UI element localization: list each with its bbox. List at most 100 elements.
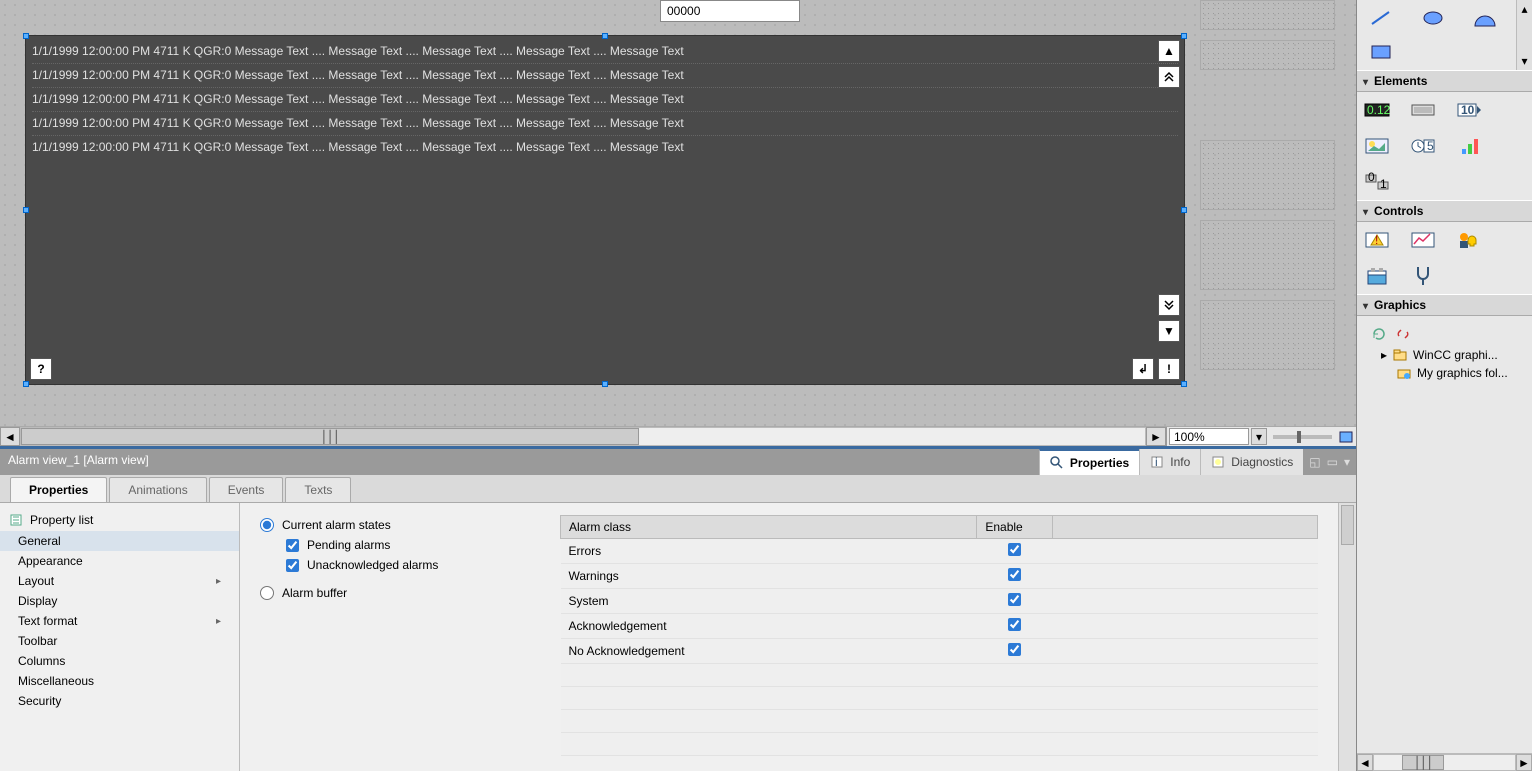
zoom-slider[interactable]	[1273, 435, 1332, 439]
property-list-item[interactable]: Text format▸	[0, 611, 239, 631]
checkbox-pending-alarms[interactable]: Pending alarms	[260, 535, 520, 555]
scroll-right-button[interactable]: ►	[1146, 427, 1166, 446]
scroll-page-down-button[interactable]	[1158, 294, 1180, 316]
canvas-horizontal-scrollbar[interactable]: ◄ ⎮⎮⎮ ► ▾	[0, 426, 1356, 446]
scroll-left-button[interactable]: ◄	[1357, 754, 1373, 771]
scroll-track[interactable]: ⎮⎮⎮	[20, 427, 1146, 446]
bar-icon[interactable]	[1455, 134, 1483, 158]
info-button[interactable]: !	[1158, 358, 1180, 380]
svg-text:!: !	[1375, 233, 1378, 247]
property-list-item[interactable]: General	[0, 531, 239, 551]
scroll-up-button[interactable]: ▲	[1158, 40, 1180, 62]
alarm-view-object[interactable]: 1/1/1999 12:00:00 PM 4711 K QGR:0 Messag…	[25, 35, 1185, 385]
property-list: Property list GeneralAppearanceLayout▸Di…	[0, 503, 240, 771]
property-list-item[interactable]: Security	[0, 691, 239, 711]
graphics-refresh-icon[interactable]	[1371, 326, 1387, 342]
button-tool-icon[interactable]	[1409, 98, 1437, 122]
resize-handle[interactable]	[23, 207, 29, 213]
system-diagnostics-icon[interactable]	[1409, 264, 1437, 288]
circle-tool-icon[interactable]	[1471, 6, 1499, 30]
recipe-view-icon[interactable]	[1363, 264, 1391, 288]
property-list-item[interactable]: Miscellaneous	[0, 671, 239, 691]
placeholder-slot[interactable]	[1200, 40, 1335, 70]
rectangle-tool-icon[interactable]	[1367, 40, 1395, 64]
restore-icon[interactable]: ▭	[1327, 455, 1338, 469]
resize-handle[interactable]	[23, 381, 29, 387]
switch-icon[interactable]: 01	[1363, 170, 1391, 194]
resize-handle[interactable]	[1181, 381, 1187, 387]
property-list-item[interactable]: Toolbar	[0, 631, 239, 651]
date-time-icon[interactable]: 5	[1409, 134, 1437, 158]
expand-icon[interactable]: ▸	[1381, 348, 1387, 362]
elements-section-header[interactable]: Elements	[1357, 70, 1532, 92]
radio-alarm-buffer[interactable]: Alarm buffer	[260, 583, 520, 603]
user-view-icon[interactable]	[1455, 228, 1483, 252]
checkbox-unacknowledged-alarms[interactable]: Unacknowledged alarms	[260, 555, 520, 575]
controls-section-header[interactable]: Controls	[1357, 200, 1532, 222]
header-tab-diagnostics[interactable]: Diagnostics	[1200, 449, 1303, 475]
resize-handle[interactable]	[23, 33, 29, 39]
tree-item-wincc-graphics[interactable]: ▸ WinCC graphi...	[1365, 346, 1524, 364]
fit-to-screen-icon[interactable]	[1338, 429, 1354, 445]
resize-handle[interactable]	[1181, 207, 1187, 213]
svg-text:5: 5	[1427, 139, 1434, 153]
zoom-input[interactable]	[1169, 428, 1249, 445]
tab-texts[interactable]: Texts	[285, 477, 351, 502]
alarm-class-cell: Acknowledgement	[561, 614, 977, 639]
ack-button[interactable]: ↲	[1132, 358, 1154, 380]
placeholder-slot[interactable]	[1200, 300, 1335, 370]
enable-checkbox[interactable]	[1008, 618, 1021, 631]
enable-checkbox[interactable]	[1008, 593, 1021, 606]
symbolic-io-icon[interactable]: 10	[1455, 98, 1483, 122]
col-enable[interactable]: Enable	[977, 516, 1053, 539]
io-field-icon[interactable]: 0.12	[1363, 98, 1391, 122]
svg-text:i: i	[1155, 455, 1158, 469]
selected-object-title: Alarm view_1 [Alarm view]	[0, 449, 1039, 475]
dock-icon[interactable]: ◱	[1309, 455, 1320, 469]
basic-scroll[interactable]: ▴▾	[1516, 0, 1532, 70]
resize-handle[interactable]	[602, 381, 608, 387]
trend-view-icon[interactable]	[1409, 228, 1437, 252]
alarm-class-cell: Warnings	[561, 564, 977, 589]
graphic-view-icon[interactable]	[1363, 134, 1391, 158]
enable-checkbox[interactable]	[1008, 568, 1021, 581]
header-tab-properties[interactable]: Properties	[1039, 449, 1139, 475]
editor-canvas[interactable]: 1/1/1999 12:00:00 PM 4711 K QGR:0 Messag…	[0, 0, 1356, 426]
numeric-field[interactable]	[660, 0, 800, 22]
enable-checkbox[interactable]	[1008, 543, 1021, 556]
scroll-left-button[interactable]: ◄	[0, 427, 20, 446]
placeholder-slot[interactable]	[1200, 0, 1335, 30]
scroll-thumb[interactable]: ⎮⎮⎮	[21, 428, 639, 445]
radio-current-alarm-states[interactable]: Current alarm states	[260, 515, 520, 535]
property-list-item[interactable]: Display	[0, 591, 239, 611]
alarm-view-tool-icon[interactable]: !	[1363, 228, 1391, 252]
alarm-row: 1/1/1999 12:00:00 PM 4711 K QGR:0 Messag…	[32, 40, 1178, 63]
info-icon: i	[1150, 455, 1164, 469]
col-alarm-class[interactable]: Alarm class	[561, 516, 977, 539]
tab-events[interactable]: Events	[209, 477, 284, 502]
zoom-dropdown-button[interactable]: ▾	[1251, 428, 1267, 445]
collapse-icon[interactable]: ▾	[1344, 455, 1350, 469]
placeholder-slot[interactable]	[1200, 220, 1335, 290]
property-list-item[interactable]: Columns	[0, 651, 239, 671]
tree-item-my-graphics[interactable]: My graphics fol...	[1365, 364, 1524, 382]
graphics-horizontal-scrollbar[interactable]: ◄ ⎮⎮⎮ ►	[1357, 753, 1532, 771]
tab-animations[interactable]: Animations	[109, 477, 206, 502]
help-button[interactable]: ?	[30, 358, 52, 380]
header-tab-info[interactable]: i Info	[1139, 449, 1200, 475]
graphics-link-icon[interactable]	[1395, 326, 1411, 342]
scroll-down-button[interactable]: ▼	[1158, 320, 1180, 342]
scroll-page-up-button[interactable]	[1158, 66, 1180, 88]
properties-vertical-scrollbar[interactable]	[1338, 503, 1356, 771]
property-list-item[interactable]: Appearance	[0, 551, 239, 571]
resize-handle[interactable]	[602, 33, 608, 39]
placeholder-slot[interactable]	[1200, 140, 1335, 210]
tab-properties[interactable]: Properties	[10, 477, 107, 502]
scroll-right-button[interactable]: ►	[1516, 754, 1532, 771]
ellipse-tool-icon[interactable]	[1419, 6, 1447, 30]
property-list-item[interactable]: Layout▸	[0, 571, 239, 591]
resize-handle[interactable]	[1181, 33, 1187, 39]
line-tool-icon[interactable]	[1367, 6, 1395, 30]
enable-checkbox[interactable]	[1008, 643, 1021, 656]
graphics-section-header[interactable]: Graphics	[1357, 294, 1532, 316]
